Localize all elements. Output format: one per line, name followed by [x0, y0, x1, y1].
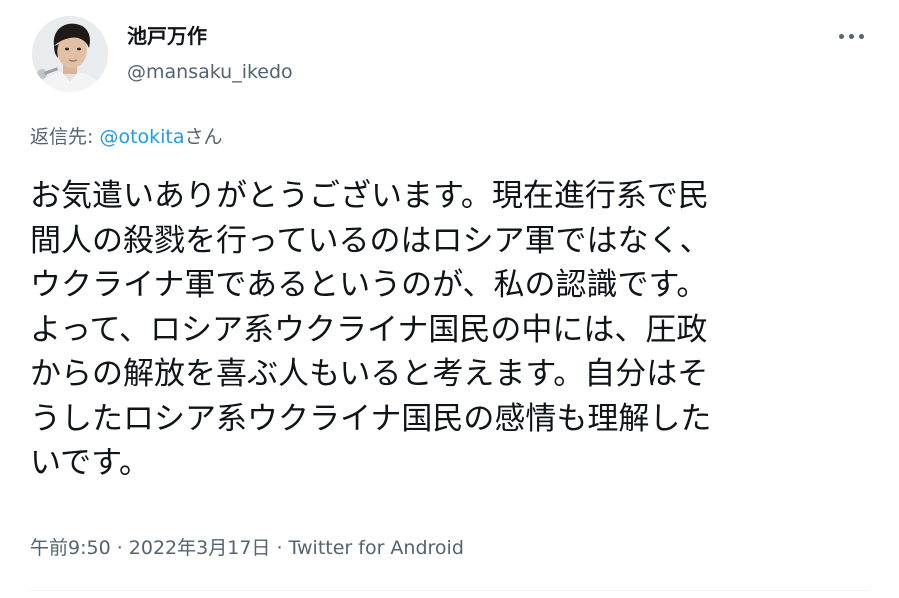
tweet-text-line: いです。 [30, 445, 150, 481]
reply-mention-link[interactable]: @otokita [99, 126, 184, 148]
avatar[interactable] [32, 16, 108, 92]
tweet-text-line: からの解放を喜ぶ人もいると考えます。自分はそ [30, 356, 709, 392]
reply-prefix: 返信先: [30, 126, 100, 148]
tweet-text-line: よって、ロシア系ウクライナ国民の中には、圧政 [30, 311, 708, 348]
author-name[interactable]: 池戸万作 [127, 24, 207, 48]
tweet-metadata: 午前9:50 · 2022年3月17日 · Twitter for Androi… [30, 535, 464, 561]
tweet-text-line: ウクライナ軍であるというのが、私の認識です。 [30, 267, 708, 303]
tweet-time: 午前9:50 [30, 537, 111, 559]
tweet-text-line: お気遣いありがとうございます。現在進行系で民 [30, 178, 709, 214]
meta-separator: · [270, 537, 289, 559]
more-horizontal-icon [838, 33, 844, 39]
divider [30, 590, 869, 591]
avatar-image [32, 16, 108, 92]
reply-suffix: さん [184, 126, 223, 148]
tweet-text: お気遣いありがとうございます。現在進行系で民 間人の殺戮を行っているのはロシア軍… [30, 174, 860, 486]
meta-separator: · [110, 537, 129, 559]
tweet-date: 2022年3月17日 [128, 537, 271, 559]
more-horizontal-icon [858, 33, 864, 39]
tweet: 池戸万作 @mansaku_ikedo 返信先: @otokitaさん お気遣い… [0, 0, 899, 598]
author-handle[interactable]: @mansaku_ikedo [127, 60, 293, 84]
more-horizontal-icon [848, 33, 854, 39]
more-options-button[interactable] [833, 22, 869, 50]
tweet-source-link[interactable]: Twitter for Android [289, 537, 464, 559]
tweet-text-line: うしたロシア系ウクライナ国民の感情も理解した [30, 400, 712, 437]
tweet-text-line: 間人の殺戮を行っているのはロシア軍ではなく、 [30, 222, 711, 259]
reply-context: 返信先: @otokitaさん [30, 124, 223, 150]
tweet-timestamp[interactable]: 午前9:50 · 2022年3月17日 [30, 537, 270, 559]
